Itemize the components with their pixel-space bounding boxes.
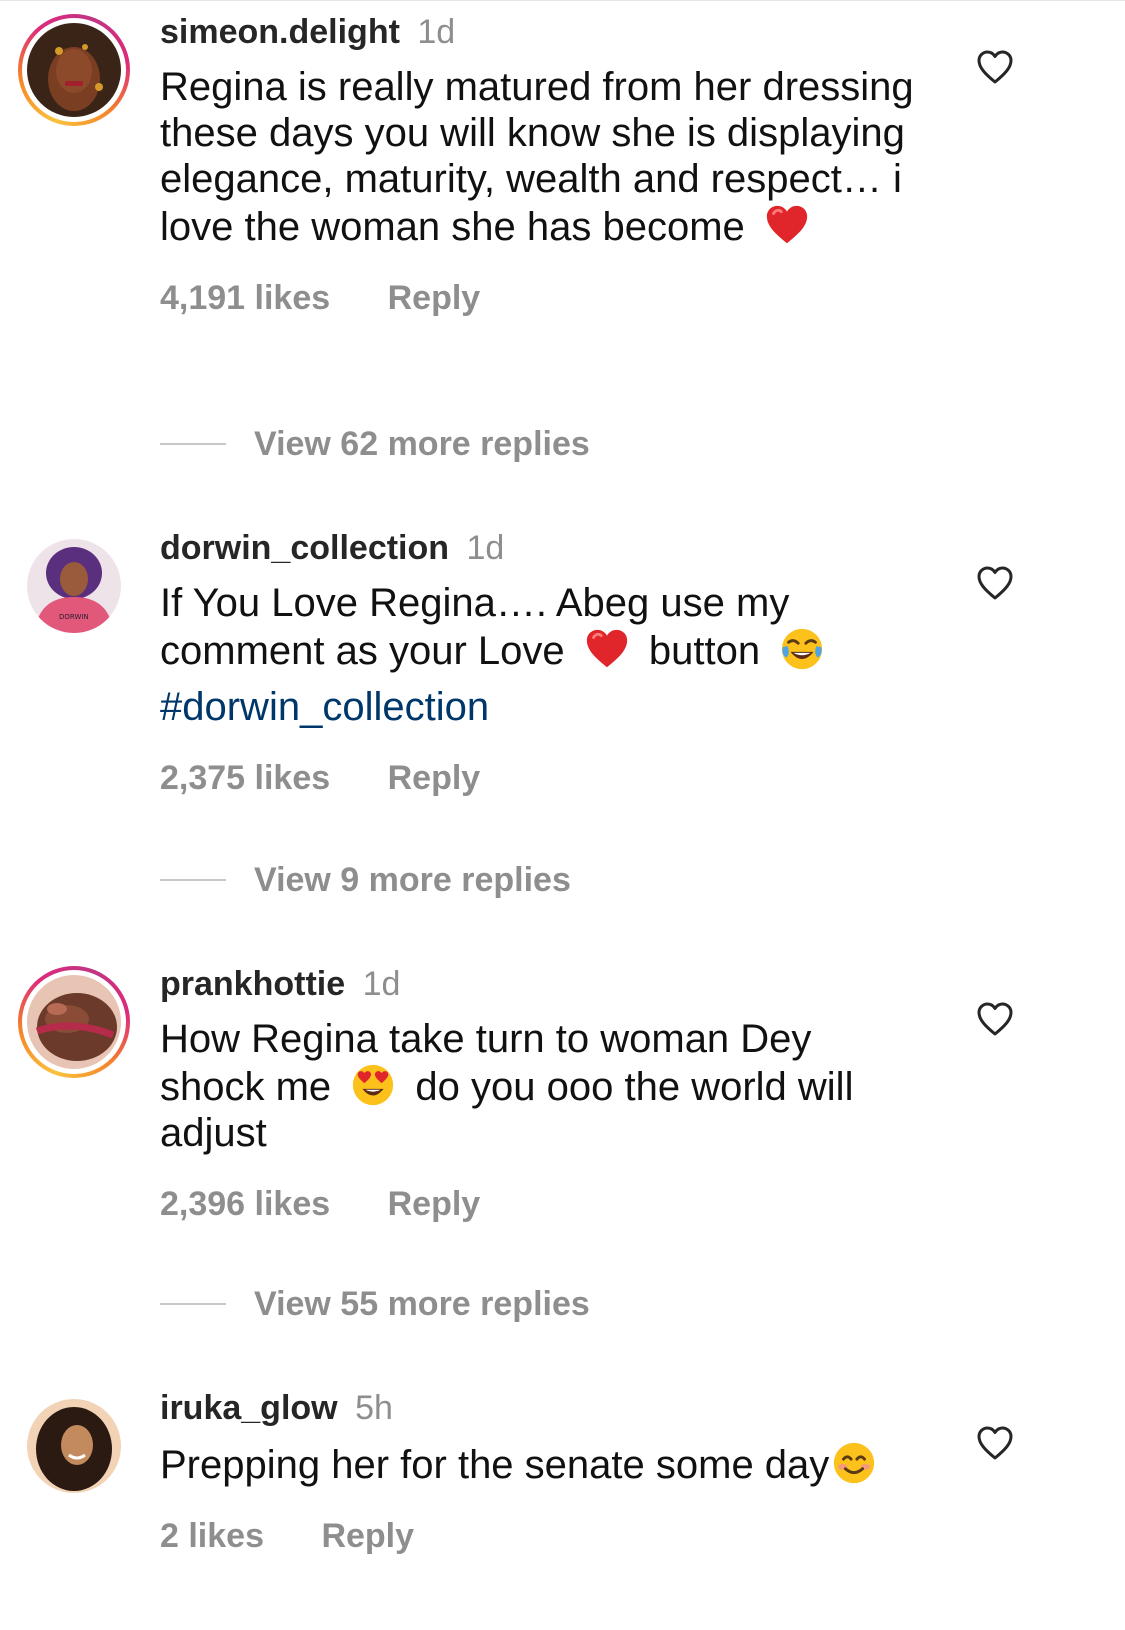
svg-text:DORWIN: DORWIN [59, 613, 89, 621]
timestamp: 5h [355, 1389, 393, 1427]
avatar [27, 975, 121, 1069]
view-more-replies[interactable]: View 55 more replies [160, 1284, 590, 1324]
comment-header: prankhottie 1d [160, 964, 980, 1004]
avatar-wrap[interactable] [18, 1390, 130, 1502]
tears-of-joy-emoji [782, 628, 823, 670]
comment-item: prankhottie 1d How Regina take turn to w… [0, 952, 1125, 1332]
like-button[interactable] [975, 48, 1015, 88]
like-button[interactable] [975, 1424, 1015, 1464]
comment-meta: 2,375 likes Reply [160, 758, 980, 798]
view-more-replies[interactable]: View 9 more replies [160, 860, 571, 900]
comment-meta: 2,396 likes Reply [160, 1184, 980, 1224]
smiling-face-emoji [834, 1442, 875, 1484]
comment-text: How Regina take turn to woman Dey shock … [160, 1016, 900, 1156]
hashtag-link[interactable]: #dorwin_collection [160, 684, 880, 730]
view-replies-label: View 55 more replies [254, 1285, 590, 1323]
view-more-replies[interactable]: View 62 more replies [160, 424, 590, 464]
heart-outline-icon [977, 1426, 1013, 1460]
likes-count[interactable]: 2 likes [160, 1517, 264, 1555]
likes-count[interactable]: 2,375 likes [160, 759, 330, 797]
like-button[interactable] [975, 1000, 1015, 1040]
avatar-story-ring[interactable] [18, 14, 130, 126]
reply-button[interactable]: Reply [321, 1517, 414, 1555]
timestamp: 1d [466, 529, 505, 567]
username[interactable]: simeon.delight [160, 13, 400, 51]
reply-button[interactable]: Reply [388, 759, 481, 797]
comment-header: dorwin_collection 1d [160, 528, 980, 568]
comment-header: simeon.delight 1d [160, 12, 980, 52]
likes-count[interactable]: 4,191 likes [160, 279, 330, 317]
comment-body: dorwin_collection 1d If You Love Regina…… [160, 528, 980, 798]
comment-meta: 2 likes Reply [160, 1516, 980, 1556]
replies-divider-line [160, 879, 226, 881]
comment-header: iruka_glow 5h [160, 1388, 980, 1428]
like-button[interactable] [975, 564, 1015, 604]
comment-text: If You Love Regina…. Abeg use my comment… [160, 580, 880, 730]
comment-text: Prepping her for the senate some day [160, 1440, 960, 1488]
heart-outline-icon [977, 566, 1013, 600]
avatar [27, 23, 121, 117]
comment-item: simeon.delight 1d Regina is really matur… [0, 0, 1125, 480]
comment-item: iruka_glow 5h Prepping her for the senat… [0, 1376, 1125, 1630]
view-replies-label: View 9 more replies [254, 861, 571, 899]
heart-outline-icon [977, 1002, 1013, 1036]
username[interactable]: iruka_glow [160, 1389, 338, 1427]
comment-meta: 4,191 likes Reply [160, 278, 980, 318]
comment-text-content: Prepping her for the senate some day [160, 1443, 830, 1487]
avatar-story-ring[interactable] [18, 966, 130, 1078]
view-replies-label: View 62 more replies [254, 425, 590, 463]
red-heart-emoji [586, 629, 627, 668]
comment-body: prankhottie 1d How Regina take turn to w… [160, 964, 980, 1224]
comment-text: Regina is really matured from her dressi… [160, 64, 940, 250]
username[interactable]: prankhottie [160, 965, 345, 1003]
likes-count[interactable]: 2,396 likes [160, 1185, 330, 1223]
comment-body: simeon.delight 1d Regina is really matur… [160, 12, 980, 318]
avatar [27, 1399, 121, 1493]
reply-button[interactable]: Reply [388, 279, 481, 317]
red-heart-emoji [766, 205, 808, 244]
timestamp: 1d [417, 13, 456, 51]
replies-divider-line [160, 443, 226, 445]
username[interactable]: dorwin_collection [160, 529, 449, 567]
comment-body: iruka_glow 5h Prepping her for the senat… [160, 1388, 980, 1556]
comment-item: DORWIN dorwin_collection 1d If You Love … [0, 516, 1125, 916]
heart-outline-icon [977, 50, 1013, 84]
avatar: DORWIN [27, 539, 121, 633]
replies-divider-line [160, 1303, 226, 1305]
avatar-wrap[interactable]: DORWIN [18, 530, 130, 642]
reply-button[interactable]: Reply [388, 1185, 481, 1223]
heart-eyes-emoji [353, 1064, 394, 1106]
comment-text-content: button [648, 629, 761, 673]
timestamp: 1d [362, 965, 401, 1003]
